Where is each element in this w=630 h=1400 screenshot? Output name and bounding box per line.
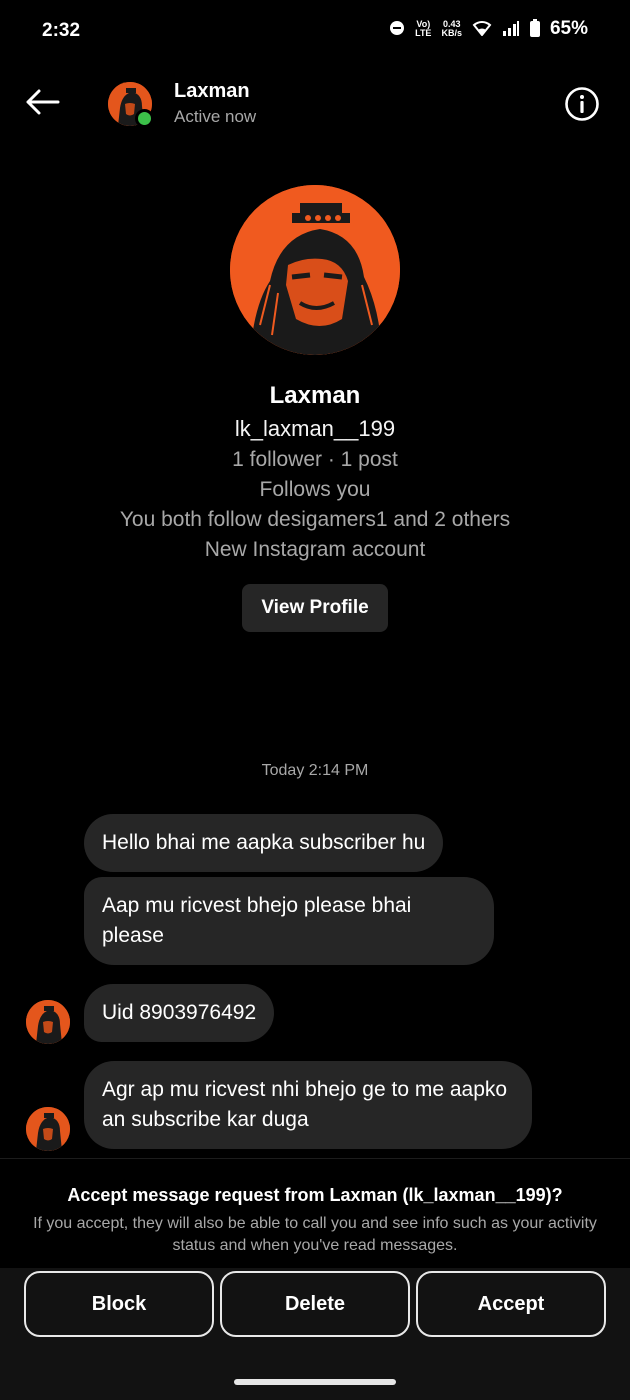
info-button[interactable] <box>564 86 600 122</box>
back-arrow-icon <box>26 89 60 115</box>
info-icon <box>565 87 599 121</box>
battery-icon <box>529 18 540 40</box>
request-title-suffix: ? <box>551 1185 563 1205</box>
message-timestamp: Today 2:14 PM <box>261 762 369 779</box>
request-title-prefix: Accept message request from <box>67 1185 330 1205</box>
request-title-name: Laxman (lk_laxman__199) <box>329 1185 552 1205</box>
message-request-panel: Accept message request from Laxman (lk_l… <box>0 1158 630 1268</box>
chat-header: Laxman Active now <box>0 62 630 146</box>
block-button[interactable]: Block <box>24 1271 214 1337</box>
accept-button[interactable]: Accept <box>416 1271 606 1337</box>
dnd-icon <box>389 20 405 39</box>
battery-percent: 65% <box>549 18 588 39</box>
request-title: Accept message request from Laxman (lk_l… <box>0 1185 630 1206</box>
signal-icon <box>502 20 520 39</box>
net-speed-unit: KB/s <box>441 28 462 38</box>
profile-username: lk_laxman__199 <box>234 416 396 441</box>
avatar-illustration-icon <box>26 1000 70 1044</box>
follows-you-label: Follows you <box>259 478 371 501</box>
header-active-status: Active now <box>174 107 257 126</box>
status-bar: 2:32 Vo) LTE 0.43 KB/s 65% <box>0 0 630 62</box>
volte-icon: Vo) LTE <box>415 20 431 38</box>
dm-request-screen: 2:32 Vo) LTE 0.43 KB/s 65% Laxman Active… <box>0 0 630 1400</box>
online-indicator <box>135 109 154 128</box>
mutual-followers: You both follow desigamers1 and 2 others <box>119 508 511 531</box>
message-bubble[interactable]: Hello bhai me aapka subscriber hu <box>84 814 444 872</box>
profile-stats: 1 follower · 1 post <box>232 448 398 471</box>
volte-bottom-label: LTE <box>415 28 432 38</box>
status-icons: Vo) LTE 0.43 KB/s 65% <box>389 18 588 40</box>
view-profile-button[interactable]: View Profile <box>242 584 388 632</box>
sender-avatar[interactable] <box>26 1107 70 1151</box>
delete-button[interactable]: Delete <box>220 1271 410 1337</box>
net-speed: 0.43 KB/s <box>441 20 462 38</box>
header-name[interactable]: Laxman <box>174 80 250 103</box>
message-bubble[interactable]: Uid 8903976492 <box>84 984 275 1042</box>
profile-illustration-icon <box>230 185 400 355</box>
message-bubble[interactable]: Agr ap mu ricvest nhi bhejo ge to me aap… <box>84 1061 532 1149</box>
message-bubble[interactable]: Aap mu ricvest bhejo please bhai please <box>84 877 494 965</box>
status-time: 2:32 <box>42 20 81 41</box>
new-account-note: New Instagram account <box>204 538 426 561</box>
sender-avatar[interactable] <box>26 1000 70 1044</box>
request-description: If you accept, they will also be able to… <box>33 1215 597 1254</box>
back-button[interactable] <box>22 82 62 122</box>
avatar-illustration-icon <box>26 1107 70 1151</box>
wifi-icon <box>472 20 492 39</box>
profile-name: Laxman <box>269 382 361 409</box>
profile-card: Laxman lk_laxman__199 1 follower · 1 pos… <box>0 185 630 632</box>
home-indicator[interactable] <box>234 1379 396 1385</box>
profile-avatar[interactable] <box>230 185 400 355</box>
